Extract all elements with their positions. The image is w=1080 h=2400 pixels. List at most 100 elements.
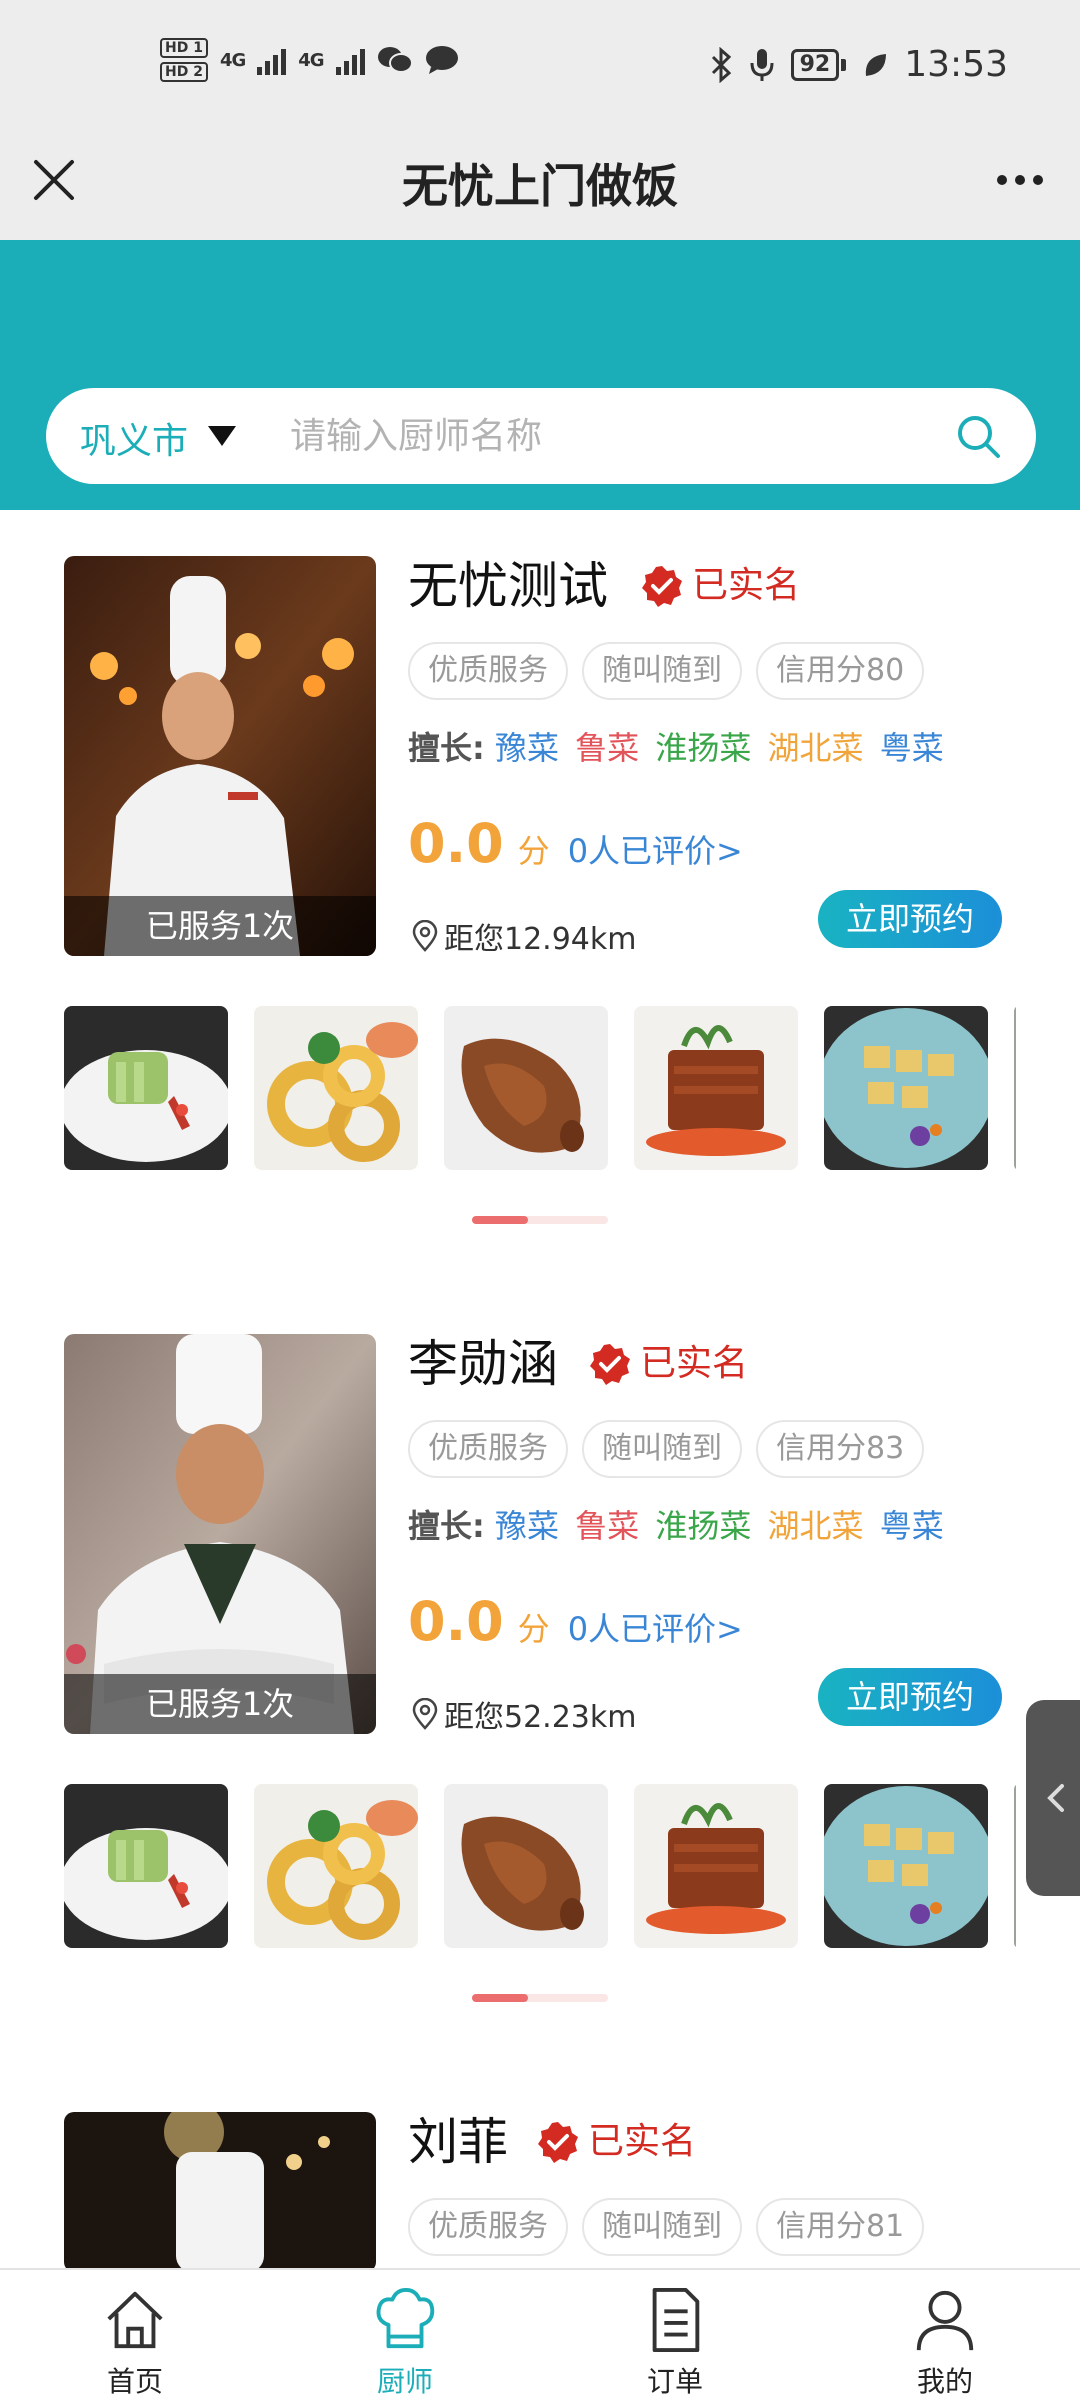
- search-icon[interactable]: [954, 412, 1002, 460]
- document-icon: [652, 2287, 700, 2353]
- gallery-scroll-indicator: [472, 1216, 608, 1224]
- cuisine-tag: 粤菜: [879, 1507, 944, 1545]
- bluetooth-icon: [711, 46, 731, 83]
- dish-photo[interactable]: [824, 1006, 988, 1170]
- tab-chef[interactable]: 厨师: [270, 2270, 540, 2400]
- verified-badge: 已实名: [640, 560, 800, 612]
- service-tag: 随叫随到: [582, 1420, 742, 1478]
- distance: 距您52.23km: [412, 1692, 636, 1736]
- service-tags: 优质服务 随叫随到 信用分81: [408, 2198, 925, 2256]
- tab-home[interactable]: 首页: [0, 2270, 270, 2400]
- dish-photo[interactable]: [64, 1784, 228, 1948]
- served-count: 已服务1次: [64, 896, 376, 956]
- dish-photo[interactable]: [1014, 1784, 1016, 1948]
- dish-gallery[interactable]: [64, 1784, 1016, 1948]
- service-tags: 优质服务 随叫随到 信用分83: [408, 1420, 925, 1478]
- verified-icon: [538, 2122, 578, 2163]
- more-dot-icon: [997, 175, 1007, 185]
- service-tag: 优质服务: [408, 642, 568, 700]
- credit-score-tag: 信用分80: [756, 642, 925, 700]
- book-now-button[interactable]: 立即预约: [818, 1668, 1002, 1726]
- dish-photo[interactable]: [634, 1006, 798, 1170]
- service-tag: 随叫随到: [582, 2198, 742, 2256]
- dish-photo[interactable]: [444, 1006, 608, 1170]
- cuisine-tag: 豫菜: [494, 729, 559, 767]
- verified-label: 已实名: [692, 565, 801, 606]
- chef-photo[interactable]: 已服务1次: [64, 556, 376, 956]
- dish-photo[interactable]: [634, 1784, 798, 1948]
- page-title: 无忧上门做饭: [402, 159, 678, 213]
- verified-label: 已实名: [588, 2121, 697, 2162]
- battery-icon: 92: [790, 48, 847, 81]
- cuisine-tag: 豫菜: [494, 1507, 559, 1545]
- service-tag: 优质服务: [408, 1420, 568, 1478]
- app-screen: HD 1 HD 2 4G 4G 92 13:53 无忧上门做饭 巩义市 请输入厨…: [0, 0, 1080, 2400]
- leaf-icon: [866, 53, 887, 76]
- tab-label: 厨师: [376, 2365, 433, 2398]
- reviews-link[interactable]: 0人已评价>: [568, 826, 743, 872]
- bottom-tab-bar: 首页 厨师 订单 我的: [0, 2268, 1080, 2400]
- signal-icon: [335, 45, 365, 75]
- title-bar: 无忧上门做饭: [0, 120, 1080, 240]
- search-input[interactable]: [290, 406, 930, 466]
- book-now-button[interactable]: 立即预约: [818, 890, 1002, 948]
- chef-photo[interactable]: [64, 2112, 376, 2272]
- more-dot-icon: [1033, 175, 1043, 185]
- dish-photo[interactable]: [444, 1784, 608, 1948]
- rating-score: 0.0: [408, 812, 504, 875]
- location-pin-icon: [412, 1698, 438, 1730]
- chef-portrait-image: [64, 2112, 376, 2272]
- credit-score-tag: 信用分83: [756, 1420, 925, 1478]
- specialty-label: 擅长:: [408, 729, 485, 767]
- dish-photo[interactable]: [824, 1784, 988, 1948]
- cuisine-tag: 湖北菜: [767, 729, 864, 767]
- dish-gallery[interactable]: [64, 1006, 1016, 1170]
- home-icon: [107, 2291, 163, 2349]
- cuisine-tag: 淮扬菜: [655, 1507, 752, 1545]
- gallery-scroll-indicator: [472, 1994, 608, 2002]
- cuisine-tag: 湖北菜: [767, 1507, 864, 1545]
- chevron-left-icon: [1047, 1784, 1064, 1812]
- more-dot-icon: [1015, 175, 1025, 185]
- cuisine-tag: 粤菜: [879, 729, 944, 767]
- battery-level: 92: [790, 48, 840, 81]
- cuisine-tag: 鲁菜: [575, 1507, 640, 1545]
- dish-photo[interactable]: [254, 1784, 418, 1948]
- network-type-2: 4G: [298, 49, 324, 71]
- microphone-icon: [750, 48, 774, 81]
- chef-name[interactable]: 李勋涵: [408, 1334, 558, 1394]
- more-options-button[interactable]: [980, 148, 1060, 212]
- city-selector[interactable]: 巩义市: [80, 412, 188, 464]
- chef-photo[interactable]: 已服务1次: [64, 1334, 376, 1734]
- hd1-indicator: HD 1: [160, 38, 208, 58]
- cuisine-tag: 淮扬菜: [655, 729, 752, 767]
- network-type-1: 4G: [219, 49, 246, 71]
- rating-score: 0.0: [408, 1590, 504, 1653]
- distance-text: 距您12.94km: [444, 922, 637, 957]
- verified-icon: [642, 566, 682, 607]
- reviews-link[interactable]: 0人已评价>: [568, 1604, 743, 1650]
- dish-photo[interactable]: [254, 1006, 418, 1170]
- hd2-indicator: HD 2: [160, 62, 208, 82]
- chef-name[interactable]: 无忧测试: [408, 556, 608, 616]
- verified-badge: 已实名: [536, 2116, 696, 2168]
- rating: 0.0 分 0人已评价>: [408, 812, 743, 875]
- specialty-label: 擅长:: [408, 1507, 485, 1545]
- service-tag: 随叫随到: [582, 642, 742, 700]
- verified-label: 已实名: [640, 1343, 749, 1384]
- dropdown-caret-icon[interactable]: [208, 426, 236, 446]
- signal-icon: [257, 45, 287, 75]
- side-float-tab[interactable]: [1026, 1700, 1080, 1896]
- tab-profile[interactable]: 我的: [810, 2270, 1080, 2400]
- person-icon: [916, 2290, 974, 2351]
- message-icon: [425, 46, 458, 74]
- distance: 距您12.94km: [412, 914, 636, 958]
- tab-label: 首页: [106, 2365, 163, 2398]
- cuisine-tag: 鲁菜: [575, 729, 640, 767]
- dish-photo[interactable]: [1014, 1006, 1016, 1170]
- chef-name[interactable]: 刘菲: [408, 2112, 508, 2172]
- tab-orders[interactable]: 订单: [540, 2270, 810, 2400]
- clock: 13:53: [904, 44, 1008, 85]
- dish-photo[interactable]: [64, 1006, 228, 1170]
- verified-icon: [590, 1344, 630, 1385]
